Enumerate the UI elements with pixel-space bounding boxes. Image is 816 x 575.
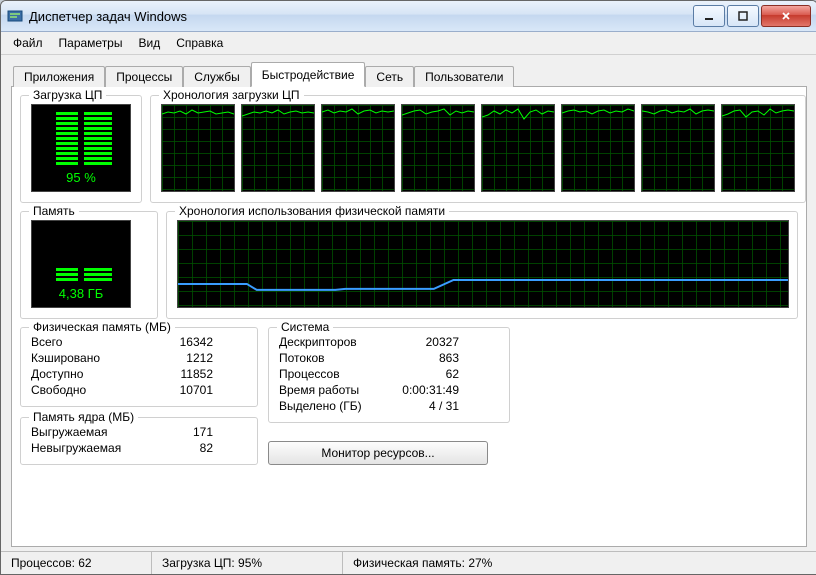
statusbar: Процессов: 62 Загрузка ЦП: 95% Физическа…: [1, 551, 816, 574]
tab-users[interactable]: Пользователи: [414, 66, 514, 87]
resource-monitor-button[interactable]: Монитор ресурсов...: [268, 441, 488, 465]
physmem-group: Физическая память (МБ) Всего16342 Кэширо…: [20, 327, 258, 407]
tab-services[interactable]: Службы: [183, 66, 250, 87]
taskmgr-window: Диспетчер задач Windows Файл Параметры В…: [0, 0, 816, 575]
menu-options[interactable]: Параметры: [51, 34, 131, 52]
sys-threads: 863: [389, 350, 459, 366]
cpu-chart-3: [401, 104, 475, 192]
physmem-cached-label: Кэшировано: [31, 350, 151, 366]
mem-gauge: 4,38 ГБ: [31, 220, 131, 308]
physmem-total-label: Всего: [31, 334, 151, 350]
content-area: Приложения Процессы Службы Быстродействи…: [1, 55, 816, 551]
sys-commit-label: Выделено (ГБ): [279, 398, 389, 414]
physmem-total: 16342: [151, 334, 213, 350]
physmem-available: 11852: [151, 366, 213, 382]
physmem-free-label: Свободно: [31, 382, 151, 398]
kernel-title: Память ядра (МБ): [29, 410, 138, 424]
physmem-cached: 1212: [151, 350, 213, 366]
maximize-button[interactable]: [727, 5, 759, 27]
minimize-button[interactable]: [693, 5, 725, 27]
sys-handles-label: Дескрипторов: [279, 334, 389, 350]
status-mem: Физическая память: 27%: [343, 552, 502, 574]
mem-gauge-value: 4,38 ГБ: [59, 286, 103, 301]
sys-handles: 20327: [389, 334, 459, 350]
mem-history-group: Хронология использования физической памя…: [166, 211, 798, 319]
sys-threads-label: Потоков: [279, 350, 389, 366]
kernel-nonpaged-label: Невыгружаемая: [31, 440, 151, 456]
sys-commit: 4 / 31: [389, 398, 459, 414]
close-button[interactable]: [761, 5, 811, 27]
system-table: Дескрипторов20327 Потоков863 Процессов62…: [279, 334, 459, 414]
mem-history-label: Хронология использования физической памя…: [175, 204, 449, 218]
kernel-paged-label: Выгружаемая: [31, 424, 151, 440]
sys-processes: 62: [389, 366, 459, 382]
mem-history-chart: [177, 220, 789, 308]
status-cpu: Загрузка ЦП: 95%: [152, 552, 343, 574]
menu-help[interactable]: Справка: [168, 34, 231, 52]
kernel-paged: 171: [151, 424, 213, 440]
tab-performance[interactable]: Быстродействие: [251, 62, 366, 87]
cpu-chart-2: [321, 104, 395, 192]
mem-gauge-group: Память 4,38 ГБ: [20, 211, 158, 319]
kernel-table: Выгружаемая171 Невыгружаемая82: [31, 424, 213, 456]
performance-panel: Загрузка ЦП 95 % Хронология загрузки ЦП: [11, 87, 807, 547]
sys-uptime: 0:00:31:49: [389, 382, 459, 398]
sys-uptime-label: Время работы: [279, 382, 389, 398]
cpu-chart-6: [641, 104, 715, 192]
kernel-group: Память ядра (МБ) Выгружаемая171 Невыгруж…: [20, 417, 258, 465]
system-group: Система Дескрипторов20327 Потоков863 Про…: [268, 327, 510, 423]
tab-network[interactable]: Сеть: [365, 66, 414, 87]
status-processes: Процессов: 62: [1, 552, 152, 574]
cpu-gauge-group: Загрузка ЦП 95 %: [20, 95, 142, 203]
titlebar[interactable]: Диспетчер задач Windows: [1, 1, 816, 32]
cpu-chart-7: [721, 104, 795, 192]
app-icon: [7, 8, 23, 24]
physmem-title: Физическая память (МБ): [29, 320, 175, 334]
cpu-gauge-value: 95 %: [66, 170, 96, 185]
cpu-history-group: Хронология загрузки ЦП: [150, 95, 806, 203]
cpu-gauge: 95 %: [31, 104, 131, 192]
window-controls: [691, 5, 811, 27]
menubar: Файл Параметры Вид Справка: [1, 32, 816, 55]
cpu-history-label: Хронология загрузки ЦП: [159, 88, 304, 102]
window-title: Диспетчер задач Windows: [29, 9, 691, 24]
cpu-chart-0: [161, 104, 235, 192]
cpu-gauge-label: Загрузка ЦП: [29, 88, 106, 102]
cpu-chart-1: [241, 104, 315, 192]
cpu-chart-4: [481, 104, 555, 192]
tab-strip: Приложения Процессы Службы Быстродействи…: [11, 61, 807, 87]
mem-gauge-label: Память: [29, 204, 79, 218]
physmem-available-label: Доступно: [31, 366, 151, 382]
system-title: Система: [277, 320, 333, 334]
sys-processes-label: Процессов: [279, 366, 389, 382]
tab-applications[interactable]: Приложения: [13, 66, 105, 87]
physmem-free: 10701: [151, 382, 213, 398]
kernel-nonpaged: 82: [151, 440, 213, 456]
cpu-chart-5: [561, 104, 635, 192]
physmem-table: Всего16342 Кэшировано1212 Доступно11852 …: [31, 334, 213, 398]
menu-file[interactable]: Файл: [5, 34, 51, 52]
menu-view[interactable]: Вид: [130, 34, 168, 52]
tab-processes[interactable]: Процессы: [105, 66, 183, 87]
cpu-history-strip: [161, 104, 795, 192]
